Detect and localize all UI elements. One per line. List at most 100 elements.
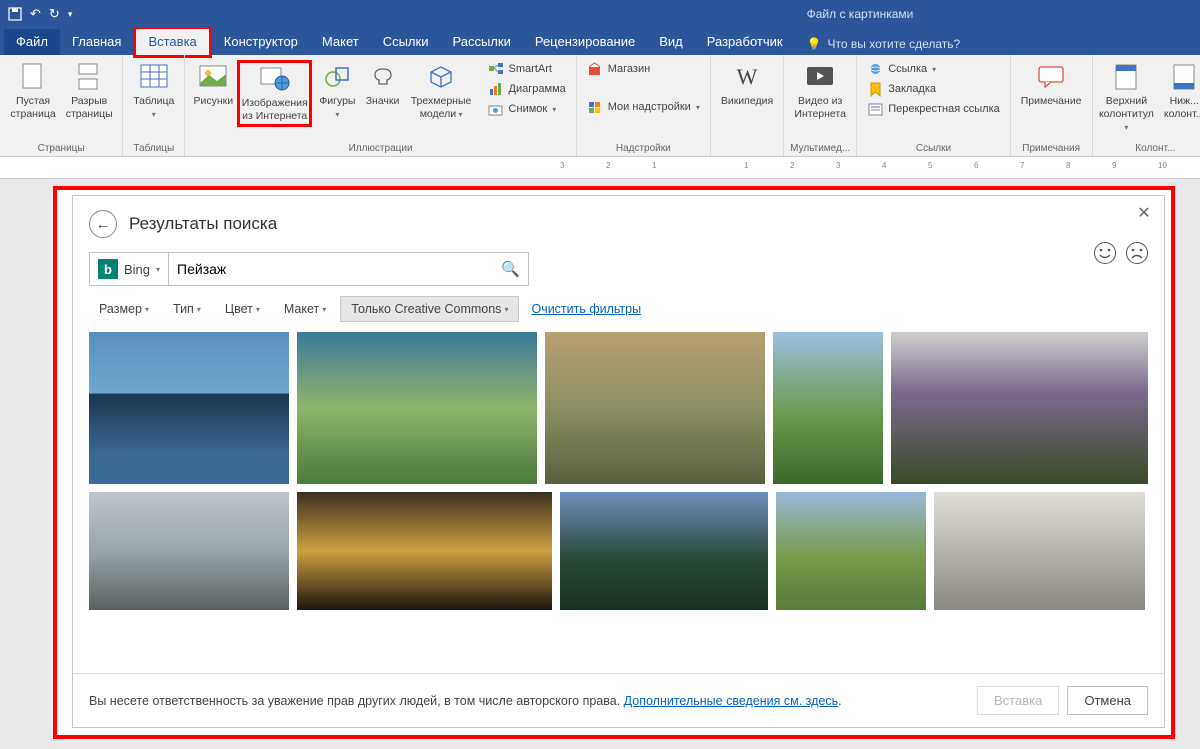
bing-logo-icon: b	[98, 259, 118, 279]
result-thumb[interactable]	[89, 332, 289, 484]
filter-type[interactable]: Тип▾	[163, 297, 211, 321]
page-break-label: Разрыв страницы	[66, 95, 113, 121]
online-pictures-dialog: ✕ ← Результаты поиска b Bing ▾ 🔍	[72, 195, 1165, 728]
my-addins-button[interactable]: Мои надстройки ▾	[583, 98, 704, 116]
tab-mailings[interactable]: Рассылки	[440, 29, 522, 55]
filter-color-label: Цвет	[225, 302, 253, 316]
filter-size-label: Размер	[99, 302, 142, 316]
bookmark-button[interactable]: Закладка	[863, 80, 1004, 98]
table-label: Таблица	[133, 95, 174, 107]
result-thumb[interactable]	[934, 492, 1145, 610]
table-button[interactable]: Таблица▾	[129, 60, 178, 123]
tell-me-box[interactable]: 💡 Что вы хотите сделать?	[807, 37, 961, 55]
icons-button[interactable]: Значки	[363, 60, 403, 110]
smartart-button[interactable]: SmartArt	[484, 60, 570, 78]
dialog-highlight: ✕ ← Результаты поиска b Bing ▾ 🔍	[53, 186, 1175, 739]
store-label: Магазин	[608, 63, 650, 75]
undo-icon[interactable]: ↶	[30, 6, 41, 22]
pictures-label: Рисунки	[193, 95, 233, 108]
result-thumb[interactable]	[891, 332, 1148, 484]
filter-layout-label: Макет	[284, 302, 319, 316]
smile-icon[interactable]	[1094, 242, 1116, 264]
tab-file[interactable]: Файл	[4, 29, 60, 55]
blank-page-button[interactable]: Пустая страница	[6, 60, 60, 123]
screenshot-button[interactable]: Снимок ▾	[484, 100, 570, 118]
crossref-label: Перекрестная ссылка	[888, 103, 1000, 115]
online-pictures-label: Изображения из Интернета	[242, 97, 308, 123]
crossref-button[interactable]: Перекрестная ссылка	[863, 100, 1004, 118]
result-thumb[interactable]	[545, 332, 765, 484]
comment-label: Примечание	[1021, 95, 1082, 108]
tab-developer[interactable]: Разработчик	[695, 29, 795, 55]
qat-dropdown-icon[interactable]: ▾	[68, 9, 73, 20]
cancel-button[interactable]: Отмена	[1067, 686, 1148, 715]
group-tables-label: Таблицы	[129, 141, 178, 155]
chart-button[interactable]: Диаграмма	[484, 80, 570, 98]
filter-color[interactable]: Цвет▾	[215, 297, 270, 321]
filter-cc-label: Только Creative Commons	[351, 302, 501, 316]
screenshot-label: Снимок	[509, 103, 548, 115]
header-label: Верхний колонтитул	[1099, 95, 1154, 120]
disclaimer-link[interactable]: Дополнительные сведения см. здесь	[624, 694, 838, 708]
shapes-button[interactable]: Фигуры ▾	[314, 60, 360, 123]
result-thumb[interactable]	[297, 492, 552, 610]
save-icon[interactable]	[8, 7, 22, 21]
back-button[interactable]: ←	[89, 210, 117, 238]
icons-label: Значки	[366, 95, 400, 108]
ribbon: Пустая страница Разрыв страницы Страницы…	[0, 55, 1200, 157]
bing-label: Bing	[124, 262, 150, 277]
result-thumb[interactable]	[560, 492, 768, 610]
search-icon[interactable]: 🔍	[501, 260, 520, 278]
disclaimer-text: Вы несете ответственность за уважение пр…	[89, 694, 624, 708]
group-addins-label: Надстройки	[583, 141, 704, 155]
lightbulb-icon: 💡	[807, 37, 822, 51]
clear-filters-link[interactable]: Очистить фильтры	[531, 302, 641, 316]
result-thumb[interactable]	[89, 492, 289, 610]
filter-layout[interactable]: Макет▾	[274, 297, 336, 321]
filter-type-label: Тип	[173, 302, 194, 316]
search-input[interactable]	[177, 261, 501, 277]
dialog-title: Результаты поиска	[129, 214, 277, 234]
tab-layout[interactable]: Макет	[310, 29, 371, 55]
frown-icon[interactable]	[1126, 242, 1148, 264]
link-button[interactable]: Ссылка ▾	[863, 60, 1004, 78]
close-button[interactable]: ✕	[1134, 203, 1154, 223]
tab-home[interactable]: Главная	[60, 29, 133, 55]
footer-button[interactable]: Ниж... колонт...	[1156, 60, 1200, 123]
online-pictures-button[interactable]: Изображения из Интернета	[237, 60, 312, 127]
tab-insert[interactable]: Вставка	[133, 26, 211, 58]
group-pages-label: Страницы	[6, 141, 116, 155]
page-break-button[interactable]: Разрыв страницы	[62, 60, 116, 123]
pictures-button[interactable]: Рисунки	[191, 60, 235, 110]
filter-cc[interactable]: Только Creative Commons▾	[340, 296, 519, 322]
store-button[interactable]: Магазин	[583, 60, 704, 78]
document-area: ✕ ← Результаты поиска b Bing ▾ 🔍	[0, 179, 1200, 749]
header-button[interactable]: Верхний колонтитул ▾	[1099, 60, 1155, 136]
group-header-label: Колонт...	[1099, 141, 1200, 155]
bing-provider-button[interactable]: b Bing ▾	[89, 252, 169, 286]
wikipedia-button[interactable]: WВикипедия	[717, 60, 777, 110]
comment-button[interactable]: Примечание	[1017, 60, 1086, 110]
result-thumb[interactable]	[776, 492, 926, 610]
result-thumb[interactable]	[773, 332, 883, 484]
document-title: Файл с картинками	[807, 7, 914, 21]
tab-view[interactable]: Вид	[647, 29, 695, 55]
group-links-label: Ссылки	[863, 141, 1004, 155]
result-thumb[interactable]	[297, 332, 537, 484]
insert-button: Вставка	[977, 686, 1059, 715]
group-illustr-label: Иллюстрации	[191, 141, 569, 155]
wiki-label: Википедия	[721, 95, 773, 108]
tab-design[interactable]: Конструктор	[212, 29, 310, 55]
bookmark-label: Закладка	[888, 83, 936, 95]
filter-size[interactable]: Размер▾	[89, 297, 159, 321]
chart-label: Диаграмма	[509, 83, 566, 95]
redo-icon[interactable]: ↻	[49, 6, 60, 22]
online-video-button[interactable]: Видео из Интернета	[790, 60, 850, 123]
shapes-label: Фигуры	[319, 95, 355, 107]
my-addins-label: Мои надстройки	[608, 101, 691, 113]
tab-references[interactable]: Ссылки	[371, 29, 441, 55]
tab-review[interactable]: Рецензирование	[523, 29, 647, 55]
tell-me-label: Что вы хотите сделать?	[828, 37, 961, 51]
3d-models-button[interactable]: Трехмерные модели ▾	[405, 60, 478, 123]
footer-label: Ниж... колонт...	[1164, 95, 1200, 120]
